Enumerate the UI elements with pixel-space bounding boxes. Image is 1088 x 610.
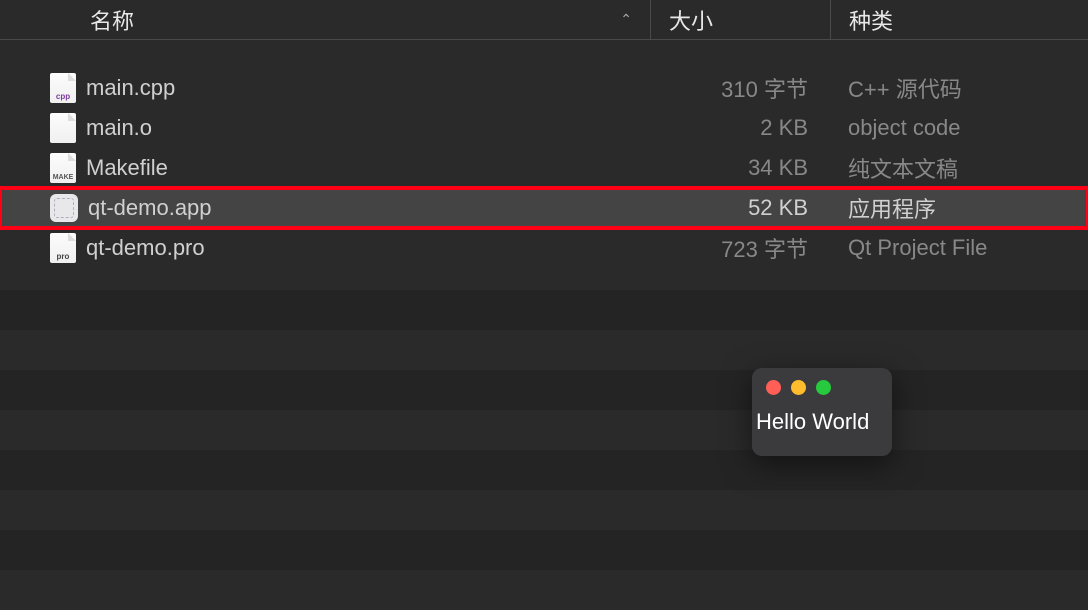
column-header-name[interactable]: 名称 ⌃ [0,4,650,36]
file-name-label: main.cpp [86,75,175,101]
file-name-cell: main.o [0,113,650,143]
column-kind-label: 种类 [849,4,893,36]
file-name-cell: MAKE Makefile [0,153,650,183]
column-size-label: 大小 [669,4,713,36]
file-size-label: 723 字节 [650,232,830,264]
file-name-label: qt-demo.app [88,195,212,221]
file-row[interactable]: pro qt-demo.pro 723 字节Qt Project File [0,228,1088,268]
file-list: cpp main.cpp 310 字节C++ 源代码 main.o 2 KBobject… [0,40,1088,268]
minimize-icon[interactable] [791,380,806,395]
column-header-size[interactable]: 大小 [650,0,830,39]
app-icon [50,194,78,222]
window-traffic-lights [752,368,892,403]
file-icon: pro [50,233,76,263]
column-header-kind[interactable]: 种类 [830,0,1088,39]
file-size-label: 310 字节 [650,72,830,104]
hello-world-window[interactable]: Hello World [752,368,892,456]
file-icon: cpp [50,73,76,103]
sort-chevron-icon: ⌃ [620,11,632,28]
file-row[interactable]: main.o 2 KBobject code [0,108,1088,148]
close-icon[interactable] [766,380,781,395]
file-kind-label: 纯文本文稿 [830,152,1088,184]
empty-rows-area [0,290,1088,610]
hello-world-label: Hello World [752,403,892,435]
empty-row [0,450,1088,490]
file-row[interactable]: cpp main.cpp 310 字节C++ 源代码 [0,68,1088,108]
empty-row [0,290,1088,330]
file-kind-label: Qt Project File [830,235,1088,261]
file-kind-label: C++ 源代码 [830,72,1088,104]
file-name-label: Makefile [86,155,168,181]
file-size-label: 2 KB [650,115,830,141]
file-name-cell: cpp main.cpp [0,73,650,103]
file-size-label: 52 KB [650,195,830,221]
file-row[interactable]: MAKE Makefile 34 KB纯文本文稿 [0,148,1088,188]
column-name-label: 名称 [90,4,134,36]
file-name-cell: pro qt-demo.pro [0,233,650,263]
column-header-row: 名称 ⌃ 大小 种类 [0,0,1088,40]
zoom-icon[interactable] [816,380,831,395]
file-name-label: qt-demo.pro [86,235,205,261]
empty-row [0,530,1088,570]
file-kind-label: object code [830,115,1088,141]
file-kind-label: 应用程序 [830,192,1088,224]
file-name-label: main.o [86,115,152,141]
file-name-cell: qt-demo.app [0,194,650,222]
file-size-label: 34 KB [650,155,830,181]
file-icon: MAKE [50,153,76,183]
empty-row [0,370,1088,410]
file-icon [50,113,76,143]
file-row[interactable]: qt-demo.app 52 KB应用程序 [0,188,1088,228]
